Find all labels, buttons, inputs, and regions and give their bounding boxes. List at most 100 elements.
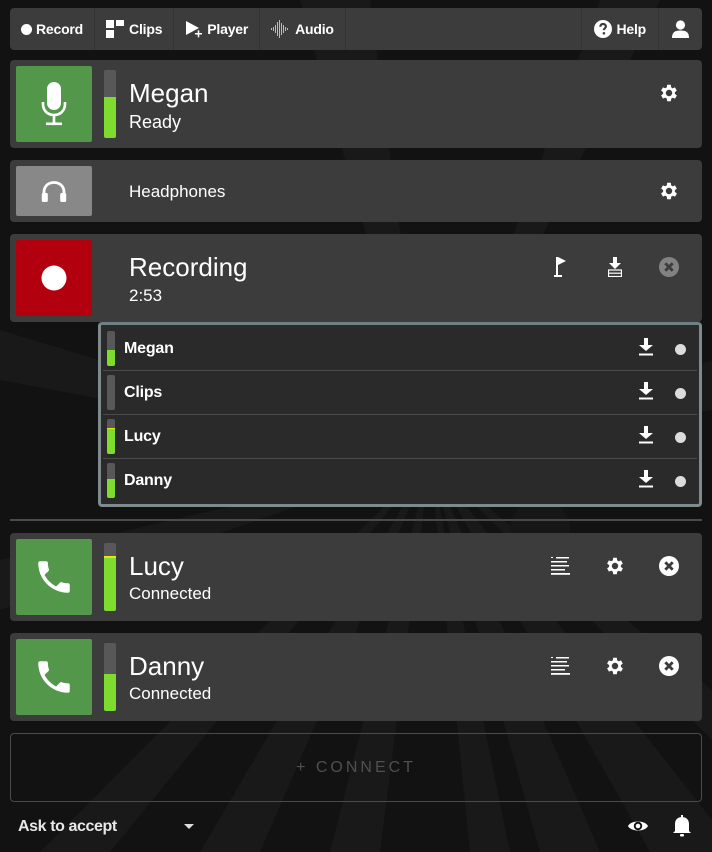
play-plus-icon <box>186 21 203 38</box>
gear-icon <box>607 557 623 575</box>
mic-level-meter <box>104 70 116 138</box>
caller-level-fill <box>104 674 116 711</box>
caller-hangup-button[interactable] <box>654 651 684 681</box>
dot-icon <box>21 23 32 35</box>
record-stop-button[interactable] <box>16 240 92 316</box>
add-marker-button[interactable] <box>546 252 576 282</box>
recording-elapsed: 2:53 <box>129 286 163 305</box>
caller-level-fill <box>104 557 116 611</box>
download-all-icon <box>608 257 622 277</box>
close-recording-button[interactable] <box>654 252 684 282</box>
connect-button[interactable]: + CONNECT <box>10 733 702 802</box>
track-download-button[interactable] <box>638 426 654 449</box>
headphones-icon <box>41 181 67 202</box>
clips-tab-label: Clips <box>129 21 163 37</box>
download-icon <box>639 338 653 356</box>
connect-label: + CONNECT <box>296 758 416 776</box>
close-circle-icon <box>659 656 679 676</box>
headphones-settings-button[interactable] <box>654 176 684 206</box>
download-icon <box>639 382 653 400</box>
track-peak-marker <box>107 427 115 429</box>
mic-settings-button[interactable] <box>654 78 684 108</box>
clips-tab[interactable]: Clips <box>95 8 175 50</box>
caller-notes-button[interactable] <box>546 551 576 581</box>
phone-icon <box>38 561 70 593</box>
mic-tile[interactable] <box>16 66 92 142</box>
track-name: Megan <box>124 340 174 357</box>
waveform-icon <box>271 20 289 38</box>
recording-title: Recording <box>129 252 248 282</box>
mic-status: Ready <box>129 112 182 132</box>
record-tab-label: Record <box>36 21 84 37</box>
track-status-dot <box>675 344 686 355</box>
audio-tab-label: Audio <box>295 21 334 37</box>
recording-tracks-panel: Megan Clips Lucy Danny <box>98 322 702 507</box>
track-level-meter <box>107 463 115 498</box>
help-button[interactable]: Help <box>582 8 659 50</box>
caller-level-meter <box>104 643 116 711</box>
track-level-meter <box>107 331 115 366</box>
question-circle-icon <box>594 20 613 38</box>
caller-card: Lucy Connected <box>10 533 702 621</box>
track-name: Clips <box>124 384 163 401</box>
record-dot-icon <box>41 265 67 291</box>
headphones-tile[interactable] <box>16 166 92 216</box>
caller-level-meter <box>104 543 116 611</box>
recording-card: Recording 2:53 <box>10 234 702 322</box>
help-label: Help <box>616 21 646 37</box>
user-menu-button[interactable] <box>659 8 702 50</box>
player-tab[interactable]: Player <box>174 8 261 50</box>
track-download-button[interactable] <box>638 470 654 493</box>
track-row: Clips <box>103 371 697 415</box>
caller-hangup-button[interactable] <box>654 551 684 581</box>
track-level-meter <box>107 419 115 454</box>
user-icon <box>672 20 689 38</box>
flag-icon <box>554 257 566 277</box>
chevron-down-icon <box>184 824 194 829</box>
bell-icon <box>673 815 691 837</box>
close-circle-icon <box>659 257 679 277</box>
track-level-fill <box>107 350 115 366</box>
caller-settings-button[interactable] <box>600 551 630 581</box>
track-level-fill <box>107 478 115 498</box>
track-download-button[interactable] <box>638 338 654 361</box>
download-all-button[interactable] <box>600 252 630 282</box>
caller-tile[interactable] <box>16 639 92 715</box>
microphone-icon <box>41 82 67 126</box>
caller-notes-button[interactable] <box>546 651 576 681</box>
caller-settings-button[interactable] <box>600 651 630 681</box>
record-tab[interactable]: Record <box>10 8 96 50</box>
gear-icon <box>661 84 677 102</box>
phone-icon <box>38 661 70 693</box>
track-status-dot <box>675 476 686 487</box>
track-level-fill <box>107 428 115 454</box>
section-divider <box>10 519 702 521</box>
close-circle-icon <box>659 556 679 576</box>
player-tab-label: Player <box>207 21 249 37</box>
eye-icon <box>628 821 648 831</box>
accept-mode-value: Ask to accept <box>18 818 117 835</box>
caller-name: Danny <box>129 651 205 681</box>
track-name: Lucy <box>124 428 161 445</box>
gear-icon <box>607 657 623 675</box>
notifications-button[interactable] <box>672 815 692 842</box>
track-row: Danny <box>103 459 697 503</box>
top-toolbar: Record Clips Player Audio Help <box>10 8 702 50</box>
track-status-dot <box>675 432 686 443</box>
gear-icon <box>661 182 677 200</box>
notes-list-icon <box>551 657 570 675</box>
clips-grid-icon <box>106 19 125 38</box>
accept-mode-select[interactable]: Ask to accept <box>18 818 194 836</box>
caller-peak-marker <box>104 555 116 558</box>
track-download-button[interactable] <box>638 382 654 405</box>
download-icon <box>639 426 653 444</box>
download-icon <box>639 470 653 488</box>
caller-tile[interactable] <box>16 539 92 615</box>
track-row: Lucy <box>103 415 697 459</box>
visibility-toggle-button[interactable] <box>627 815 649 842</box>
audio-tab[interactable]: Audio <box>260 8 346 50</box>
track-name: Danny <box>124 472 172 489</box>
track-status-dot <box>675 388 686 399</box>
toolbar-spacer <box>346 8 583 50</box>
headphones-card: Headphones <box>10 160 702 222</box>
